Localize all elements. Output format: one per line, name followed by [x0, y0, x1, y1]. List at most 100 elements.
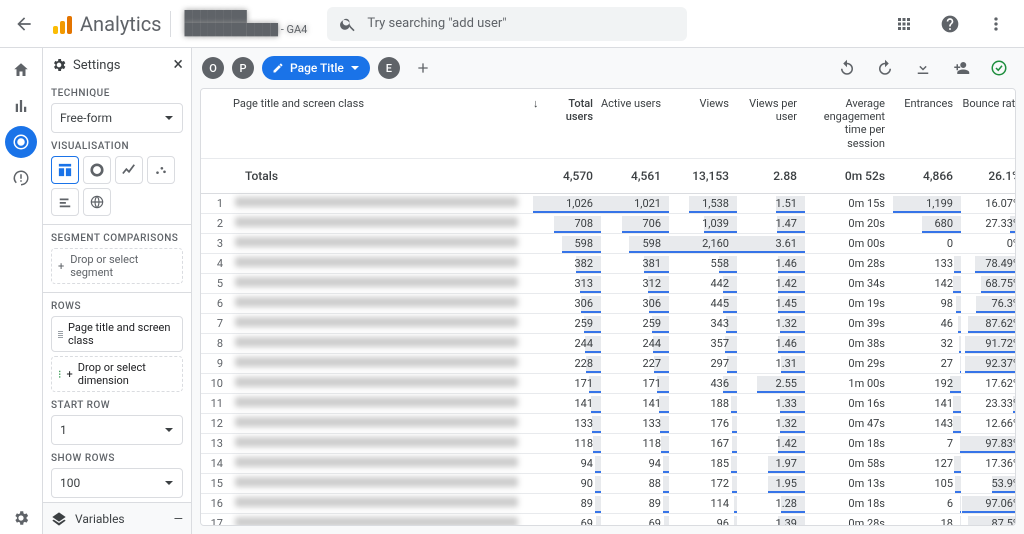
vis-scatter[interactable]	[147, 156, 175, 184]
gear-icon	[12, 509, 30, 527]
redo-button[interactable]	[870, 53, 900, 83]
table-row[interactable]: 1 1,026 1,021 1,538 1.51 0m 15s 1,199 16…	[201, 193, 1016, 213]
share-button[interactable]	[946, 53, 976, 83]
app-name: Analytics	[80, 12, 162, 36]
segment-drop[interactable]: +Drop or select segment	[51, 248, 183, 284]
tab-p[interactable]: P	[232, 57, 254, 79]
vis-bar[interactable]	[51, 188, 79, 216]
undo-button[interactable]	[832, 53, 862, 83]
rows-label: ROWS	[51, 301, 183, 312]
table-row[interactable]: 4 382 381 558 1.46 0m 28s 133 78.49%	[201, 253, 1016, 273]
page-title-cell	[235, 277, 518, 287]
target-icon	[12, 133, 30, 151]
vis-geo[interactable]	[83, 188, 111, 216]
col-header-views-per-user[interactable]: Views per user	[737, 89, 805, 158]
visualisation-label: VISUALISATION	[51, 141, 183, 152]
page-title-cell	[235, 297, 518, 307]
table-row[interactable]: 14 94 94 185 1.97 0m 58s 127 17.36%	[201, 453, 1016, 473]
table-row[interactable]: 5 313 312 442 1.42 0m 34s 142 68.75%	[201, 273, 1016, 293]
segment-label: SEGMENT COMPARISONS	[51, 233, 183, 244]
back-button[interactable]	[4, 4, 44, 44]
bar-icon	[58, 195, 72, 209]
search-input[interactable]: Try searching "add user"	[327, 7, 687, 41]
col-header-entrances[interactable]: Entrances	[893, 89, 961, 158]
table-row[interactable]: 16 89 89 114 1.28 0m 18s 6 97.06%	[201, 493, 1016, 513]
variables-drawer[interactable]: Variables —	[43, 502, 191, 534]
start-row-select[interactable]: 1	[51, 415, 183, 445]
table-row[interactable]: 8 244 244 357 1.46 0m 38s 32 91.72%	[201, 333, 1016, 353]
page-title-cell	[235, 477, 518, 487]
check-circle-icon	[990, 59, 1008, 77]
chevron-down-icon	[164, 478, 174, 488]
technique-select[interactable]: Free-form	[51, 103, 183, 133]
nav-explore[interactable]	[5, 126, 37, 158]
col-header-active-users[interactable]: Active users	[601, 89, 669, 158]
help-button[interactable]	[930, 4, 970, 44]
table-row[interactable]: 2 708 706 1,039 1.47 0m 20s 680 27.33%	[201, 213, 1016, 233]
top-app-bar: Analytics ████████ ████████████ - GA4 Tr…	[0, 0, 1024, 48]
show-rows-select[interactable]: 100	[51, 468, 183, 498]
megaphone-icon	[12, 169, 30, 187]
page-title-cell	[235, 317, 518, 327]
download-button[interactable]	[908, 53, 938, 83]
vis-table[interactable]	[51, 156, 79, 184]
col-header-total-users[interactable]: ↓ Total users	[533, 89, 601, 158]
table-row[interactable]: 6 306 306 445 1.45 0m 19s 98 76.3%	[201, 293, 1016, 313]
settings-panel: Settings × TECHNIQUE Free-form VISUALISA…	[42, 48, 192, 534]
tab-page-title[interactable]: Page Title	[262, 56, 370, 80]
data-table[interactable]: Page title and screen class ↓ Total user…	[200, 88, 1016, 526]
add-tab-button[interactable]	[408, 53, 438, 83]
gear-icon	[51, 57, 67, 73]
page-title-cell	[235, 357, 518, 367]
start-row-label: START ROW	[51, 400, 183, 411]
table-row[interactable]: 12 133 133 176 1.32 0m 47s 143 12.66%	[201, 413, 1016, 433]
close-settings-button[interactable]: ×	[173, 56, 183, 74]
table-row[interactable]: 17 69 69 96 1.39 0m 28s 18 87.5%	[201, 513, 1016, 526]
more-button[interactable]	[976, 4, 1016, 44]
page-title-cell	[235, 517, 518, 526]
plus-icon	[415, 60, 431, 76]
vis-line[interactable]	[115, 156, 143, 184]
tab-e[interactable]: E	[378, 57, 400, 79]
col-header-avg-engagement[interactable]: Average engagement time per session	[805, 89, 893, 158]
nav-advertising[interactable]	[5, 162, 37, 194]
arrow-left-icon	[14, 14, 34, 34]
undo-icon	[838, 59, 856, 77]
insights-button[interactable]	[984, 53, 1014, 83]
apps-button[interactable]	[884, 4, 924, 44]
analytics-logo: Analytics	[50, 12, 162, 36]
page-title-cell	[235, 437, 518, 447]
tab-o[interactable]: O	[202, 57, 224, 79]
row-dimension-chip[interactable]: Page title and screen class	[51, 316, 183, 352]
page-title-cell	[235, 337, 518, 347]
donut-icon	[90, 163, 104, 177]
download-icon	[914, 59, 932, 77]
table-row[interactable]: 10 171 171 436 2.55 1m 00s 192 17.62%	[201, 373, 1016, 393]
table-row[interactable]: 3 598 598 2,160 3.61 0m 00s 0 0%	[201, 233, 1016, 253]
nav-admin[interactable]	[5, 502, 37, 534]
search-placeholder: Try searching "add user"	[367, 16, 506, 31]
page-title-cell	[235, 397, 518, 407]
more-vert-icon	[986, 14, 1006, 34]
row-drop[interactable]: ⁝+Drop or select dimension	[51, 356, 183, 392]
report-canvas: O P Page Title E	[192, 48, 1024, 534]
property-selector[interactable]: ████████ ████████████ - GA4	[179, 11, 314, 36]
nav-home[interactable]	[5, 54, 37, 86]
table-row[interactable]: 7 259 259 343 1.32 0m 39s 46 87.62%	[201, 313, 1016, 333]
bar-chart-icon	[12, 97, 30, 115]
vis-donut[interactable]	[83, 156, 111, 184]
col-header-bounce-rate[interactable]: Bounce rate	[961, 89, 1016, 158]
visualisation-picker	[51, 156, 183, 216]
table-row[interactable]: 9 228 227 297 1.31 0m 29s 27 92.37%	[201, 353, 1016, 373]
col-header-views[interactable]: Views	[669, 89, 737, 158]
nav-reports[interactable]	[5, 90, 37, 122]
col-header-name[interactable]: Page title and screen class	[233, 89, 533, 158]
chevron-down-icon	[164, 425, 174, 435]
table-row[interactable]: 13 118 118 167 1.42 0m 18s 7 97.83%	[201, 433, 1016, 453]
search-icon	[339, 15, 357, 33]
scatter-icon	[154, 163, 168, 177]
table-row[interactable]: 15 90 88 172 1.95 0m 13s 105 53.9%	[201, 473, 1016, 493]
table-row[interactable]: 11 141 141 188 1.33 0m 16s 141 23.33%	[201, 393, 1016, 413]
nav-rail	[0, 48, 42, 534]
chevron-down-icon	[164, 113, 174, 123]
